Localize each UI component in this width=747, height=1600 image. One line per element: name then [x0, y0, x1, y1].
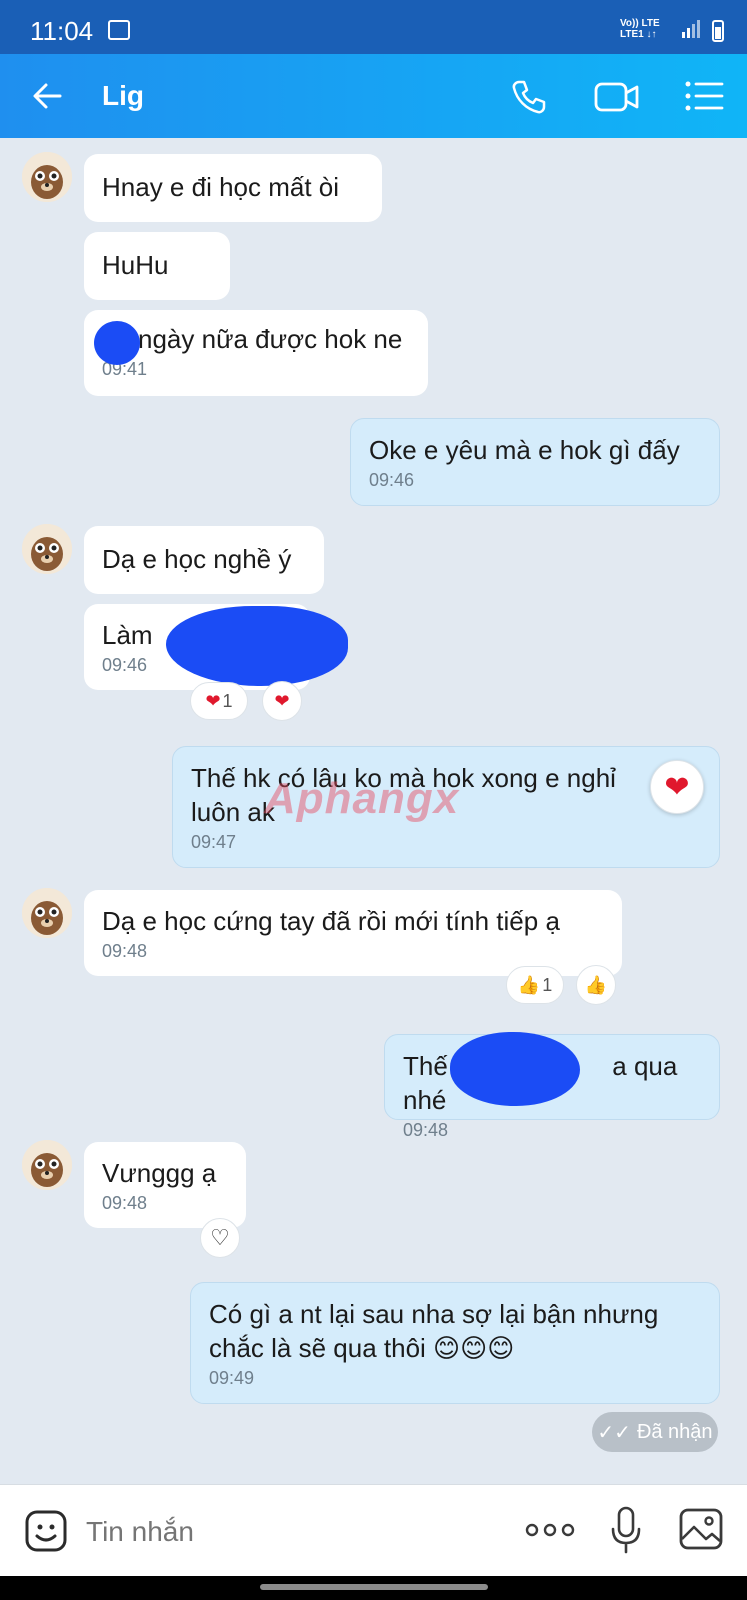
message-time: 09:47: [191, 832, 237, 852]
microphone-icon[interactable]: [608, 1505, 644, 1555]
message-bubble[interactable]: Oke e yêu mà e hok gì đấy 09:46: [350, 418, 720, 506]
add-heart-reaction-button[interactable]: ❤: [262, 681, 302, 721]
reaction-summary[interactable]: 👍 1: [506, 966, 564, 1004]
message-text: Hnay e đi học mất òi: [102, 172, 340, 202]
battery-icon: [712, 20, 724, 42]
heart-icon: ❤: [205, 690, 221, 711]
network-bottom-label: LTE1 ↓↑: [620, 29, 657, 40]
contact-avatar[interactable]: [22, 888, 72, 938]
heart-reaction-badge[interactable]: ❤: [650, 760, 704, 814]
message-bubble[interactable]: Dạ e học nghề ý: [84, 526, 324, 594]
message-bubble[interactable]: Dạ e học cứng tay đã rồi mới tính tiếp ạ…: [84, 890, 622, 976]
reaction-count: 1: [222, 690, 233, 711]
status-time: 11:04: [30, 16, 94, 46]
gallery-icon[interactable]: [678, 1507, 724, 1551]
status-bar: 11:04 Vo)) LTE LTE1 ↓↑: [0, 0, 747, 54]
sticker-icon[interactable]: [24, 1509, 68, 1553]
network-indicator: Vo)) LTE LTE1 ↓↑: [620, 18, 660, 40]
message-text: Dạ e học nghề ý: [102, 544, 292, 574]
delivery-status-label: Đã nhận: [636, 1420, 713, 1443]
message-time: 09:49: [209, 1368, 255, 1388]
video-call-icon[interactable]: [594, 80, 640, 114]
home-indicator[interactable]: [260, 1584, 488, 1590]
more-options-icon[interactable]: [524, 1515, 576, 1545]
message-time: 09:48: [403, 1120, 449, 1140]
message-input[interactable]: [84, 1513, 468, 1551]
menu-list-icon[interactable]: [684, 79, 724, 113]
contact-avatar[interactable]: [22, 1140, 72, 1190]
message-bubble[interactable]: Hnay e đi học mất òi: [84, 154, 382, 222]
redaction-mark: [450, 1032, 580, 1106]
add-like-reaction-button[interactable]: 👍: [576, 965, 616, 1005]
heart-icon: ❤: [664, 770, 690, 804]
reaction-summary[interactable]: ❤ 1: [190, 682, 248, 720]
message-text: Dạ e học cứng tay đã rồi mới tính tiếp ạ: [102, 906, 560, 936]
reaction-count: 1: [542, 974, 553, 995]
phone-call-icon[interactable]: [510, 78, 548, 116]
double-check-icon: ✓✓: [597, 1421, 631, 1444]
signal-icon: [682, 20, 700, 38]
message-text-start: Thế: [403, 1051, 448, 1081]
message-bubble[interactable]: HuHu: [84, 232, 230, 300]
network-top-label: Vo)) LTE: [620, 18, 660, 29]
thumbs-up-icon: 👍: [584, 974, 608, 995]
message-time: 09:41: [102, 359, 148, 379]
message-text: ngày nữa được hok ne: [138, 324, 403, 354]
message-text: Vưnggg ạ: [102, 1158, 217, 1188]
message-text: Oke e yêu mà e hok gì đấy: [369, 435, 680, 465]
message-bubble[interactable]: Vưnggg ạ 09:48: [84, 1142, 246, 1228]
message-time: 09:48: [102, 1193, 148, 1213]
back-arrow-icon[interactable]: [30, 78, 66, 114]
contact-avatar[interactable]: [22, 152, 72, 202]
chat-header: Lig: [0, 54, 747, 138]
system-navigation-bar: [0, 1576, 747, 1600]
add-reaction-button[interactable]: ♡: [200, 1218, 240, 1258]
delivery-status-badge: ✓✓ Đã nhận: [592, 1412, 718, 1452]
message-text: Có gì a nt lại sau nha sợ lại bận nhưng …: [209, 1299, 659, 1363]
message-time: 09:46: [369, 470, 415, 490]
contact-name[interactable]: Lig: [102, 80, 144, 112]
message-text: HuHu: [102, 250, 169, 280]
thumbs-up-icon: 👍: [517, 974, 541, 995]
contact-avatar[interactable]: [22, 524, 72, 574]
watermark: Aphangx: [264, 774, 460, 823]
heart-outline-icon: ♡: [210, 1225, 230, 1250]
redaction-mark: [94, 321, 140, 365]
image-notification-icon: [108, 20, 130, 40]
heart-icon: ❤: [274, 690, 290, 711]
message-composer: [0, 1484, 747, 1577]
message-time: 09:48: [102, 941, 148, 961]
message-bubble[interactable]: Có gì a nt lại sau nha sợ lại bận nhưng …: [190, 1282, 720, 1404]
